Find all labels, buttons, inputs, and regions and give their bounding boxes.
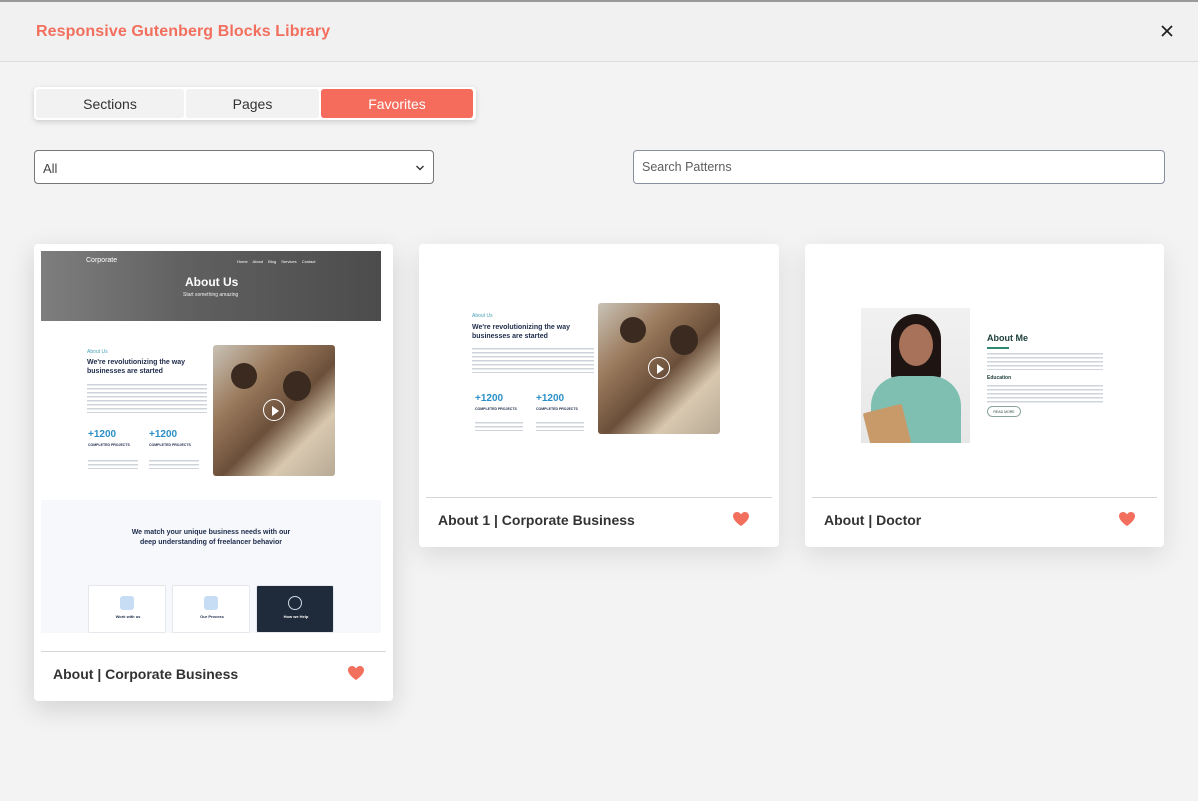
preview-stat-caption: COMPLETED PROJECTS [475,407,517,411]
modal-title: Responsive Gutenberg Blocks Library [36,23,331,40]
category-filter-select[interactable]: All [34,150,434,184]
preview-stat-caption: COMPLETED PROJECTS [88,443,130,447]
preview-heading: About Me [987,333,1028,343]
preview-nav: Home About Blog Services Contact [237,259,316,264]
play-icon [263,399,285,421]
preview-photo [213,345,335,476]
preview-section-title: Education [987,375,1012,381]
pattern-name: About | Corporate Business [53,666,239,682]
preview-hero: Corporate Home About Blog Services Conta… [41,251,381,321]
preview-paragraph [87,383,207,413]
preview-mini-card: How we Help [256,585,334,633]
preview-band-heading: We match your unique business needs with… [131,529,291,546]
preview-mini-card: Work with us [88,585,166,633]
search-patterns-input[interactable] [633,150,1165,184]
preview-paragraph [987,384,1103,404]
preview-tag: About Us [472,313,493,319]
preview-mini-card-label: How we Help [283,614,309,619]
preview-heading: We're revolutionizing the way businesses… [472,324,570,340]
card-divider [41,651,386,652]
library-tabs: Sections Pages Favorites [34,87,476,120]
pattern-name: About 1 | Corporate Business [438,512,635,528]
preview-photo [598,303,720,434]
pattern-preview[interactable]: About Me Education READ MORE [812,251,1157,489]
preview-paragraph [475,421,523,431]
preview-read-more-button: READ MORE [987,406,1021,417]
preview-heading-underline [987,347,1009,349]
preview-paragraph [472,347,594,373]
pattern-card[interactable]: Corporate Home About Blog Services Conta… [34,244,393,701]
preview-stat-caption: COMPLETED PROJECTS [536,407,578,411]
preview-heading: We're revolutionizing the way businesses… [87,359,185,375]
preview-doctor-photo [861,308,970,443]
card-divider [812,497,1157,498]
pattern-card[interactable]: About Me Education READ MORE About | Doc… [805,244,1164,547]
handshake-icon [120,596,134,610]
preview-mini-card: Our Process [172,585,250,633]
preview-hero-subtitle: Start something amazing [183,292,239,298]
category-filter-value: All [43,161,58,176]
preview-paragraph [88,459,138,469]
pattern-preview[interactable]: About Us We're revolutionizing the way b… [426,251,772,489]
pattern-name: About | Doctor [824,512,922,528]
preview-stat-value: +1200 [88,429,117,440]
play-icon [648,357,670,379]
preview-logo: Corporate [86,257,118,264]
modal-header: Responsive Gutenberg Blocks Library [0,2,1198,62]
heart-icon[interactable] [347,665,365,681]
preview-stat-value: +1200 [536,393,565,404]
preview-stat-value: +1200 [475,393,504,404]
pattern-preview[interactable]: Corporate Home About Blog Services Conta… [41,251,381,633]
preview-tag: About Us [87,349,108,355]
pattern-card[interactable]: About Us We're revolutionizing the way b… [419,244,779,547]
heart-icon[interactable] [1118,511,1136,527]
help-icon [288,596,302,610]
card-divider [426,497,772,498]
preview-stat-value: +1200 [149,429,178,440]
preview-mini-card-label: Work with us [115,614,141,619]
tab-sections[interactable]: Sections [36,89,184,118]
process-icon [204,596,218,610]
preview-paragraph [987,352,1103,370]
preview-band: We match your unique business needs with… [41,500,381,633]
preview-stat-caption: COMPLETED PROJECTS [149,443,191,447]
preview-paragraph [149,459,199,469]
chevron-down-icon [416,165,424,171]
tab-pages[interactable]: Pages [186,89,319,118]
preview-hero-title: About Us [185,275,239,289]
close-icon[interactable] [1156,20,1178,42]
heart-icon[interactable] [732,511,750,527]
preview-paragraph [536,421,584,431]
tab-favorites[interactable]: Favorites [321,89,473,118]
preview-mini-card-label: Our Process [200,614,224,619]
